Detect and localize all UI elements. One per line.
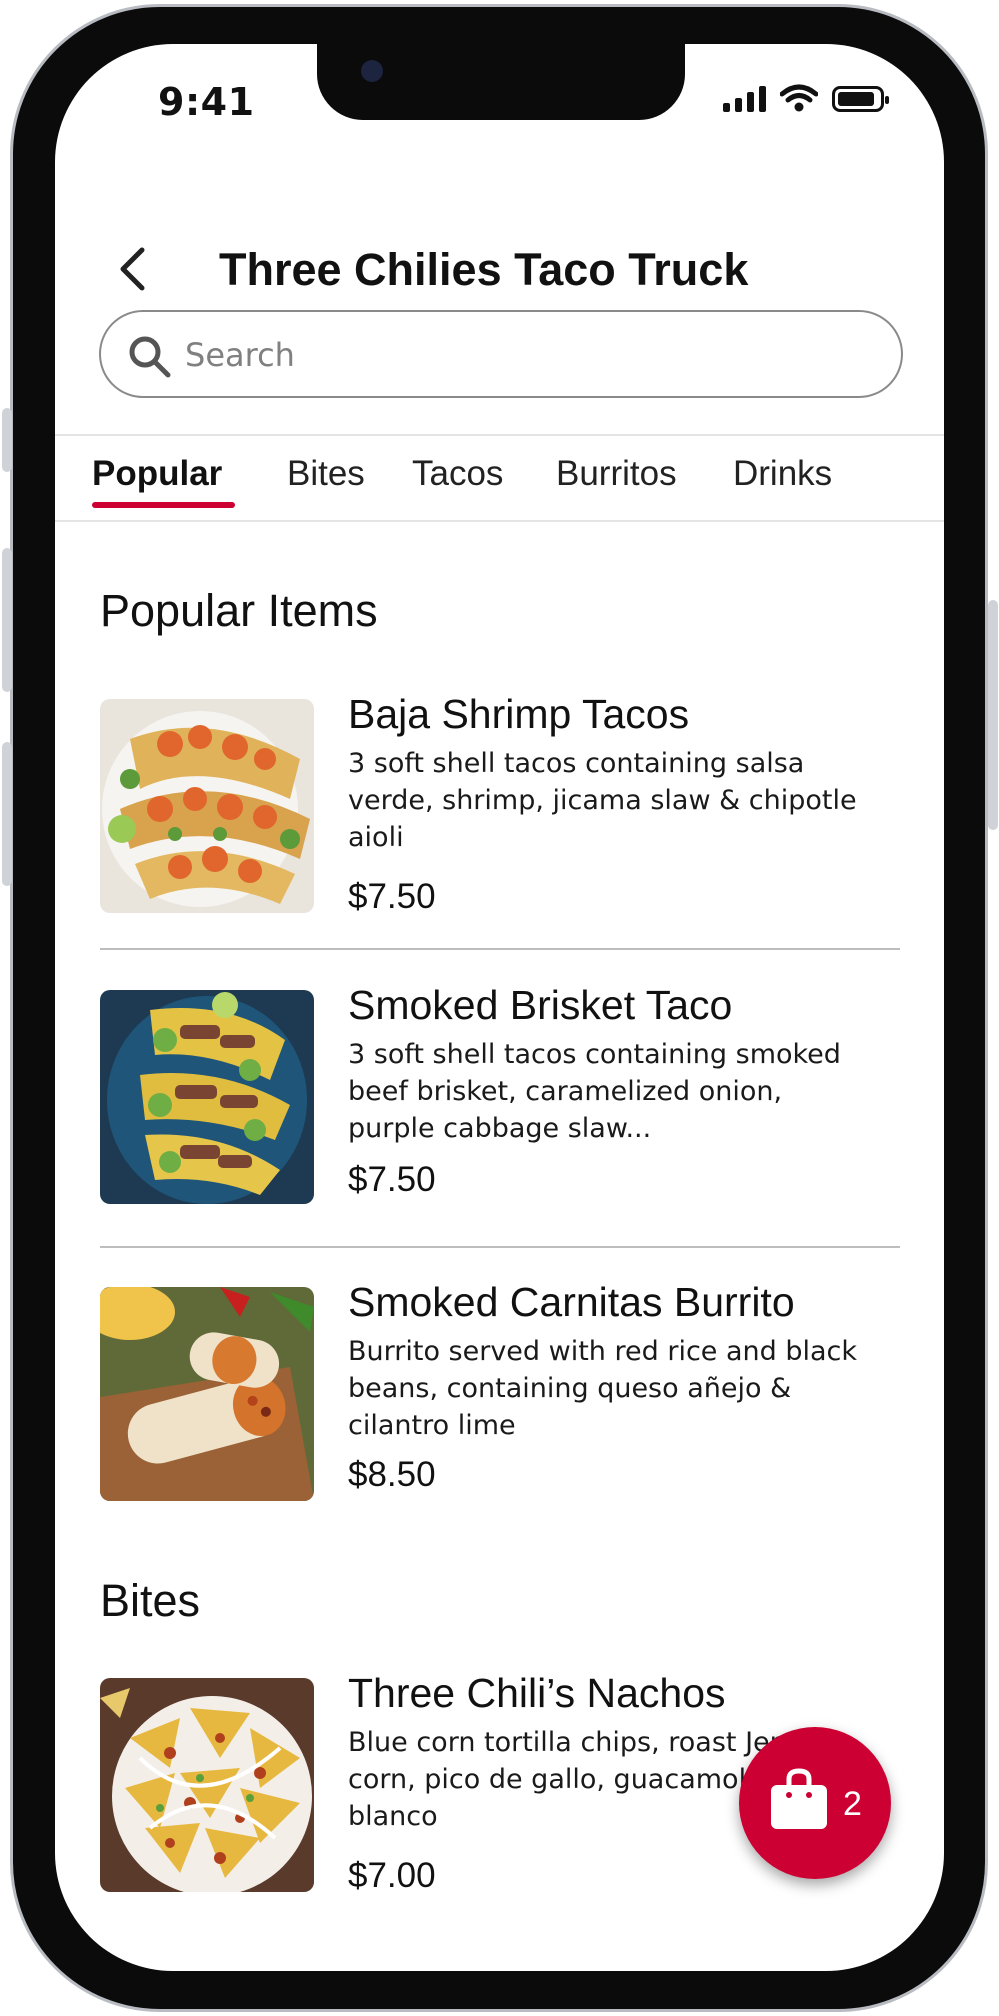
cellular-signal-icon [723,86,766,112]
status-icons [723,84,889,112]
item-description: 3 soft shell tacos containing salsa verd… [348,748,857,853]
cart-count-badge: 2 [843,1785,862,1823]
menu-item-smoked-carnitas-burrito[interactable]: Smoked Carnitas Burrito Burrito served w… [100,1279,900,1501]
screen: 9:41 Three Chilies Taco Truck Popular Bi… [55,44,944,1971]
header: Three Chilies Taco Truck [55,234,944,306]
section-title-popular: Popular Items [100,585,378,636]
cart-button[interactable]: 2 [739,1727,891,1879]
item-price: $7.50 [348,877,436,916]
search-icon [129,336,171,378]
tab-drinks[interactable]: Drinks [733,454,832,494]
item-image-shrimp-tacos [100,699,314,913]
item-divider [100,948,900,950]
search-bar[interactable] [99,310,903,398]
item-price: $7.50 [348,1160,436,1199]
section-title-bites: Bites [100,1575,201,1626]
item-name: Baja Shrimp Tacos [348,691,690,737]
category-tabs: Popular Bites Tacos Burritos Drinks [55,434,944,522]
item-image-nachos [100,1678,314,1892]
tab-burritos[interactable]: Burritos [556,454,677,494]
item-divider [100,1246,900,1248]
battery-icon [832,86,889,112]
volume-up-button [2,548,12,692]
item-price: $8.50 [348,1455,436,1494]
active-tab-indicator [92,502,235,508]
item-name: Smoked Carnitas Burrito [348,1279,795,1325]
notch [317,44,685,120]
status-time: 9:41 [158,80,255,124]
item-image-brisket-taco [100,990,314,1204]
menu-item-smoked-brisket-taco[interactable]: Smoked Brisket Taco 3 soft shell tacos c… [100,982,900,1204]
tab-bites[interactable]: Bites [287,454,365,494]
item-description: 3 soft shell tacos containing smoked bee… [348,1039,841,1144]
volume-down-button [2,742,12,886]
tab-tacos[interactable]: Tacos [412,454,503,494]
back-arrow-icon[interactable] [109,244,159,294]
silent-switch [2,408,12,472]
power-button [988,600,998,830]
search-input[interactable] [185,330,865,380]
wifi-icon [780,84,818,112]
item-image-carnitas-burrito [100,1287,314,1501]
item-price: $7.00 [348,1856,436,1895]
item-name: Three Chili’s Nachos [348,1670,726,1716]
page-title: Three Chilies Taco Truck [219,244,749,295]
item-name: Smoked Brisket Taco [348,982,733,1028]
menu-item-baja-shrimp-tacos[interactable]: Baja Shrimp Tacos 3 soft shell tacos con… [100,691,900,916]
tab-popular[interactable]: Popular [92,454,222,494]
front-camera [361,60,383,82]
item-description: Burrito served with red rice and black b… [348,1336,858,1441]
shopping-bag-icon [771,1768,827,1829]
